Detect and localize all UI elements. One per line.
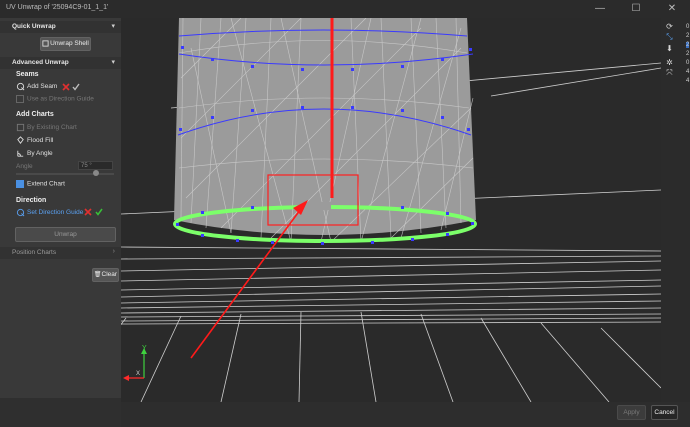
shell-icon [42,40,49,47]
by-angle-label: By Angle [27,150,53,158]
confirm-direction-icon[interactable] [95,208,103,216]
unwrap-shell-label: Unwrap Shell [50,40,89,47]
window-title: UV Unwrap of '25094C9-01_1_1' [6,4,109,11]
direction-guide-icon [16,208,25,217]
dialog-footer: Apply Cancel [121,402,690,427]
set-direction-guide-label: Set Direction Guide [27,209,84,217]
flood-fill-label: Flood Fill [27,137,54,145]
checkbox-icon [16,95,24,103]
clear-button[interactable]: 🗑Clear [92,268,119,282]
side-text-6: 4 [686,69,690,75]
angle-input[interactable]: 75 ° [78,161,113,170]
quick-unwrap-header[interactable]: Quick Unwrap ▾ [0,21,121,33]
refresh-icon[interactable]: ⟳ [665,22,674,31]
add-seam-button[interactable]: Add Seam [16,82,57,91]
unwrap-button[interactable]: Unwrap [15,227,116,242]
side-text-7: 4 [686,78,690,84]
side-text-5: 0 [686,60,690,66]
seams-title: Seams [16,71,39,78]
position-charts-title: Position Charts [12,249,57,256]
trash-icon: 🗑 [93,272,102,278]
y-axis-label: Y [142,345,147,352]
clear-label: Clear [101,271,118,278]
advanced-unwrap-header[interactable]: Advanced Unwrap ▾ [0,57,121,69]
fit-view-icon[interactable]: ⤡ [665,32,674,41]
advanced-unwrap-title: Advanced Unwrap [12,59,69,66]
unwrap-sidebar: Quick Unwrap ▾ Unwrap Shell Advanced Unw… [0,18,121,398]
direction-guide-label: Use as Direction Guide [27,95,94,103]
side-text-3: 2 [686,42,690,48]
chevron-down-icon: ▾ [111,59,115,66]
seam-icon [16,82,25,91]
download-icon[interactable]: ⬇ [665,44,674,53]
minimize-button[interactable]: — [582,0,618,18]
by-angle-button[interactable]: By Angle [16,149,53,158]
remove-direction-icon[interactable] [84,208,92,216]
uv-3d-viewport[interactable]: Y X [121,18,661,402]
extend-chart-label: Extend Chart [27,180,65,188]
uv-unwrap-window: UV Unwrap of '25094C9-01_1_1' — ☐ ✕ Quic… [0,0,690,427]
angle-icon [17,150,24,157]
remove-seam-icon[interactable] [62,83,70,91]
by-existing-chart-label: By Existing Chart [27,124,77,132]
set-direction-guide-button[interactable]: Set Direction Guide [16,208,83,217]
right-toolbar: ⟳ ⤡ ⬇ ✲ ⤧ [661,18,690,402]
position-charts-header[interactable]: Position Charts › [0,247,121,259]
side-text-2: 2 [686,33,690,39]
apply-button[interactable]: Apply [617,405,646,420]
close-window-button[interactable]: ✕ [654,0,690,18]
checkbox-checked-icon [16,180,24,188]
quick-unwrap-title: Quick Unwrap [12,23,56,30]
direction-guide-checkbox[interactable]: Use as Direction Guide [16,95,94,103]
cancel-button[interactable]: Cancel [651,405,678,420]
by-existing-chart-button[interactable]: By Existing Chart [16,123,77,132]
angle-label: Angle [16,163,33,170]
flood-fill-button[interactable]: Flood Fill [16,136,53,145]
chevron-down-icon: ▾ [111,23,115,30]
maximize-button[interactable]: ☐ [618,0,654,18]
title-bar: UV Unwrap of '25094C9-01_1_1' — ☐ ✕ [0,0,690,19]
extend-chart-checkbox[interactable]: Extend Chart [16,180,65,188]
add-seam-label: Add Seam [27,83,58,91]
chart-icon [16,123,25,132]
transform-icon[interactable]: ⤧ [665,68,674,77]
axis-gizmo: Y X [123,345,147,381]
side-text-1: 0 [686,24,690,30]
chevron-right-icon: › [112,248,115,255]
direction-title: Direction [16,197,47,204]
angle-slider-track[interactable] [16,173,114,175]
mesh-scene[interactable]: Y X [121,18,661,402]
unwrap-shell-button[interactable]: Unwrap Shell [40,37,91,51]
x-axis-label: X [136,371,140,377]
side-text-4: 2 [686,51,690,57]
confirm-seam-icon[interactable] [72,83,80,91]
angle-slider-handle[interactable] [93,170,99,176]
settings-icon[interactable]: ✲ [665,58,674,67]
add-charts-title: Add Charts [16,111,54,118]
bucket-icon [17,136,24,144]
